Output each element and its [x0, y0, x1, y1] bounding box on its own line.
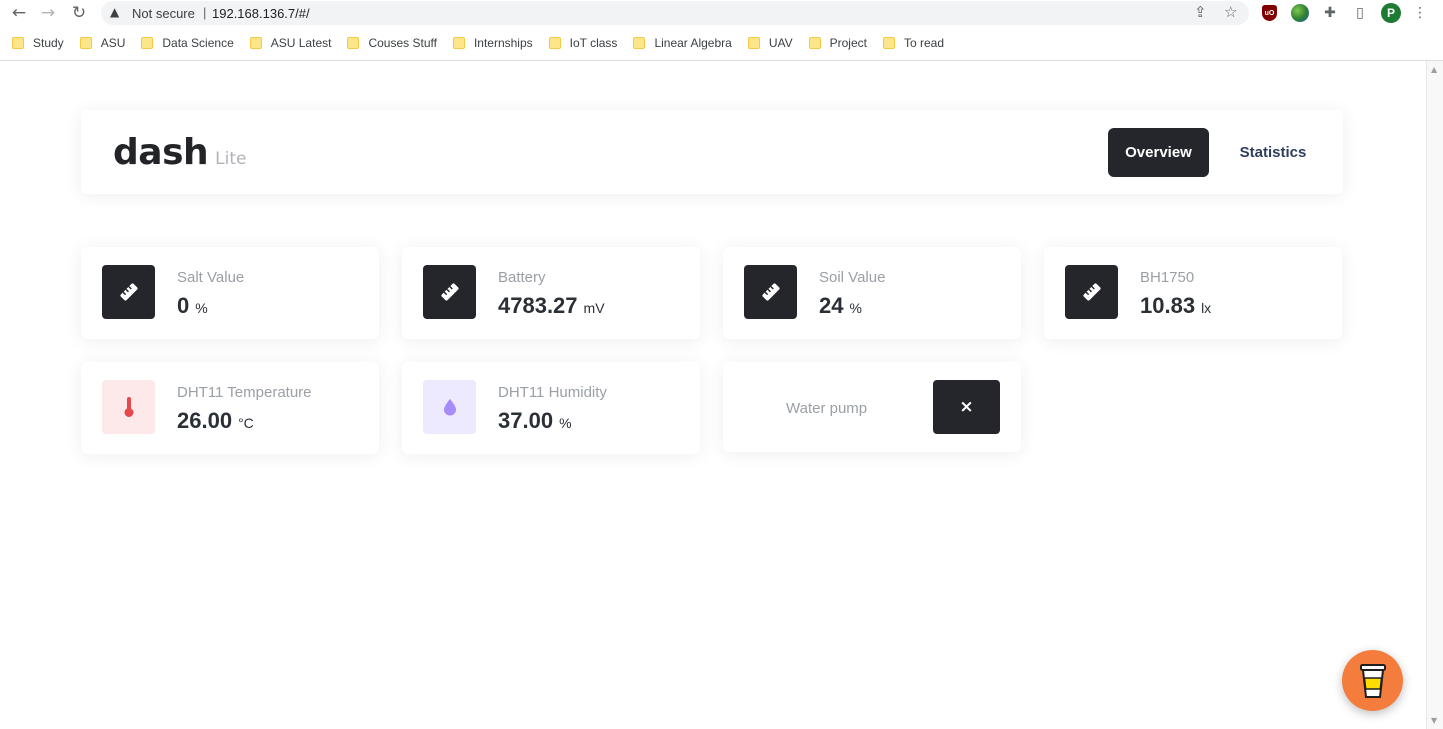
scroll-up-arrow-icon[interactable]: ▲: [1431, 65, 1437, 74]
puzzle-extensions-icon[interactable]: ✚: [1320, 3, 1340, 23]
bookmark-item[interactable]: ASU: [79, 32, 126, 54]
page-content: dash Lite Overview Statistics Salt Value…: [0, 61, 1426, 729]
card-value: 0: [177, 293, 190, 318]
bookmark-label: To read: [903, 36, 945, 50]
ublock-extension-icon[interactable]: uO: [1262, 5, 1277, 21]
security-status[interactable]: Not secure: [132, 6, 195, 21]
folder-icon: [141, 37, 154, 49]
thermometer-icon: [102, 380, 155, 434]
card-value: 4783.27: [498, 293, 578, 318]
ruler-icon: [423, 265, 476, 319]
globe-extension-icon[interactable]: [1291, 4, 1309, 22]
card-unit: %: [195, 300, 208, 316]
folder-icon: [79, 37, 92, 49]
address-bar[interactable]: ▲ Not secure | 192.168.136.7/#/: [101, 1, 1249, 25]
water-pump-toggle-button[interactable]: ×: [933, 380, 1000, 434]
card-value: 26.00: [177, 408, 233, 433]
card-title: DHT11 Humidity: [498, 384, 607, 401]
page-scrollbar[interactable]: ▲ ▼: [1426, 61, 1443, 729]
side-panel-icon[interactable]: ▯: [1350, 3, 1370, 23]
folder-icon: [548, 37, 561, 49]
bookmark-label: ASU: [100, 36, 126, 50]
card-bh1750: BH1750 10.83 lx: [1044, 247, 1342, 339]
folder-icon: [882, 37, 895, 49]
share-icon[interactable]: ⇪: [1194, 3, 1207, 21]
warning-triangle-icon[interactable]: ▲: [110, 5, 119, 19]
bookmark-label: ASU Latest: [270, 36, 332, 50]
bookmark-label: Data Science: [162, 36, 234, 50]
star-icon[interactable]: ☆: [1224, 3, 1237, 21]
card-title: Battery: [498, 269, 546, 286]
card-soil-value: Soil Value 24 %: [723, 247, 1021, 339]
card-value: 37.00: [498, 408, 554, 433]
card-salt-value: Salt Value 0 %: [81, 247, 379, 339]
water-pump-card: Water pump ×: [723, 362, 1021, 452]
card-title: DHT11 Temperature: [177, 384, 312, 401]
folder-icon: [808, 37, 821, 49]
forward-arrow-icon[interactable]: →: [36, 2, 60, 24]
browser-toolbar: ← → ↻ ▲ Not secure | 192.168.136.7/#/ ⇪ …: [0, 0, 1443, 27]
card-value: 24: [819, 293, 844, 318]
back-arrow-icon[interactable]: ←: [7, 2, 31, 24]
bookmark-label: Couses Stuff: [368, 36, 437, 50]
water-pump-label: Water pump: [786, 400, 868, 417]
folder-icon: [347, 37, 360, 49]
kebab-menu-icon[interactable]: ⋮: [1410, 3, 1430, 23]
card-title: Salt Value: [177, 269, 245, 286]
bookmark-item[interactable]: Linear Algebra: [633, 32, 732, 54]
header-card: dash Lite Overview Statistics: [81, 110, 1343, 194]
folder-icon: [12, 37, 24, 49]
bookmark-item[interactable]: IoT class: [548, 32, 618, 54]
url-text[interactable]: 192.168.136.7/#/: [212, 6, 310, 21]
ruler-icon: [102, 265, 155, 319]
card-dht11-humidity: DHT11 Humidity 37.00 %: [402, 362, 700, 454]
scroll-down-arrow-icon[interactable]: ▼: [1431, 716, 1437, 725]
bookmark-item[interactable]: Internships: [452, 32, 533, 54]
bookmark-label: Project: [829, 36, 867, 50]
card-unit: lx: [1201, 300, 1212, 316]
address-separator: |: [203, 5, 207, 20]
coffee-cup-icon: [1359, 663, 1386, 698]
brand-name: dash: [113, 132, 209, 173]
bookmark-item[interactable]: Study: [12, 32, 64, 54]
brand-logo[interactable]: dash Lite: [113, 132, 246, 173]
card-title: Soil Value: [819, 269, 886, 286]
tab-overview[interactable]: Overview: [1108, 128, 1209, 177]
bookmark-label: IoT class: [569, 36, 618, 50]
reload-icon[interactable]: ↻: [67, 2, 91, 24]
bookmark-item[interactable]: Couses Stuff: [347, 32, 437, 54]
card-battery: Battery 4783.27 mV: [402, 247, 700, 339]
bookmark-label: UAV: [768, 36, 793, 50]
card-unit: %: [849, 300, 862, 316]
profile-avatar[interactable]: P: [1381, 3, 1401, 23]
folder-icon: [633, 37, 646, 49]
folder-icon: [452, 37, 465, 49]
folder-icon: [249, 37, 262, 49]
card-unit: %: [559, 415, 572, 431]
ruler-icon: [1065, 265, 1118, 319]
bookmark-item[interactable]: UAV: [747, 32, 793, 54]
buy-me-a-coffee-button[interactable]: [1342, 650, 1403, 711]
close-icon: ×: [959, 397, 974, 417]
bookmarks-bar: Study ASU Data Science ASU Latest Couses Stu…: [0, 32, 1443, 54]
bookmark-label: Linear Algebra: [654, 36, 732, 50]
bookmark-item[interactable]: To read: [882, 32, 945, 54]
card-unit: °C: [238, 415, 254, 431]
brand-sub: Lite: [215, 149, 247, 169]
droplet-icon: [423, 380, 476, 434]
card-value: 10.83: [1140, 293, 1196, 318]
bookmark-label: Internships: [473, 36, 533, 50]
bookmark-item[interactable]: Data Science: [141, 32, 234, 54]
folder-icon: [747, 37, 760, 49]
tab-statistics[interactable]: Statistics: [1229, 128, 1317, 177]
card-title: BH1750: [1140, 269, 1195, 286]
ruler-icon: [744, 265, 797, 319]
card-unit: mV: [583, 300, 605, 316]
card-dht11-temperature: DHT11 Temperature 26.00 °C: [81, 362, 379, 454]
bookmark-item[interactable]: ASU Latest: [249, 32, 332, 54]
bookmark-item[interactable]: Project: [808, 32, 867, 54]
bookmark-label: Study: [33, 36, 64, 50]
